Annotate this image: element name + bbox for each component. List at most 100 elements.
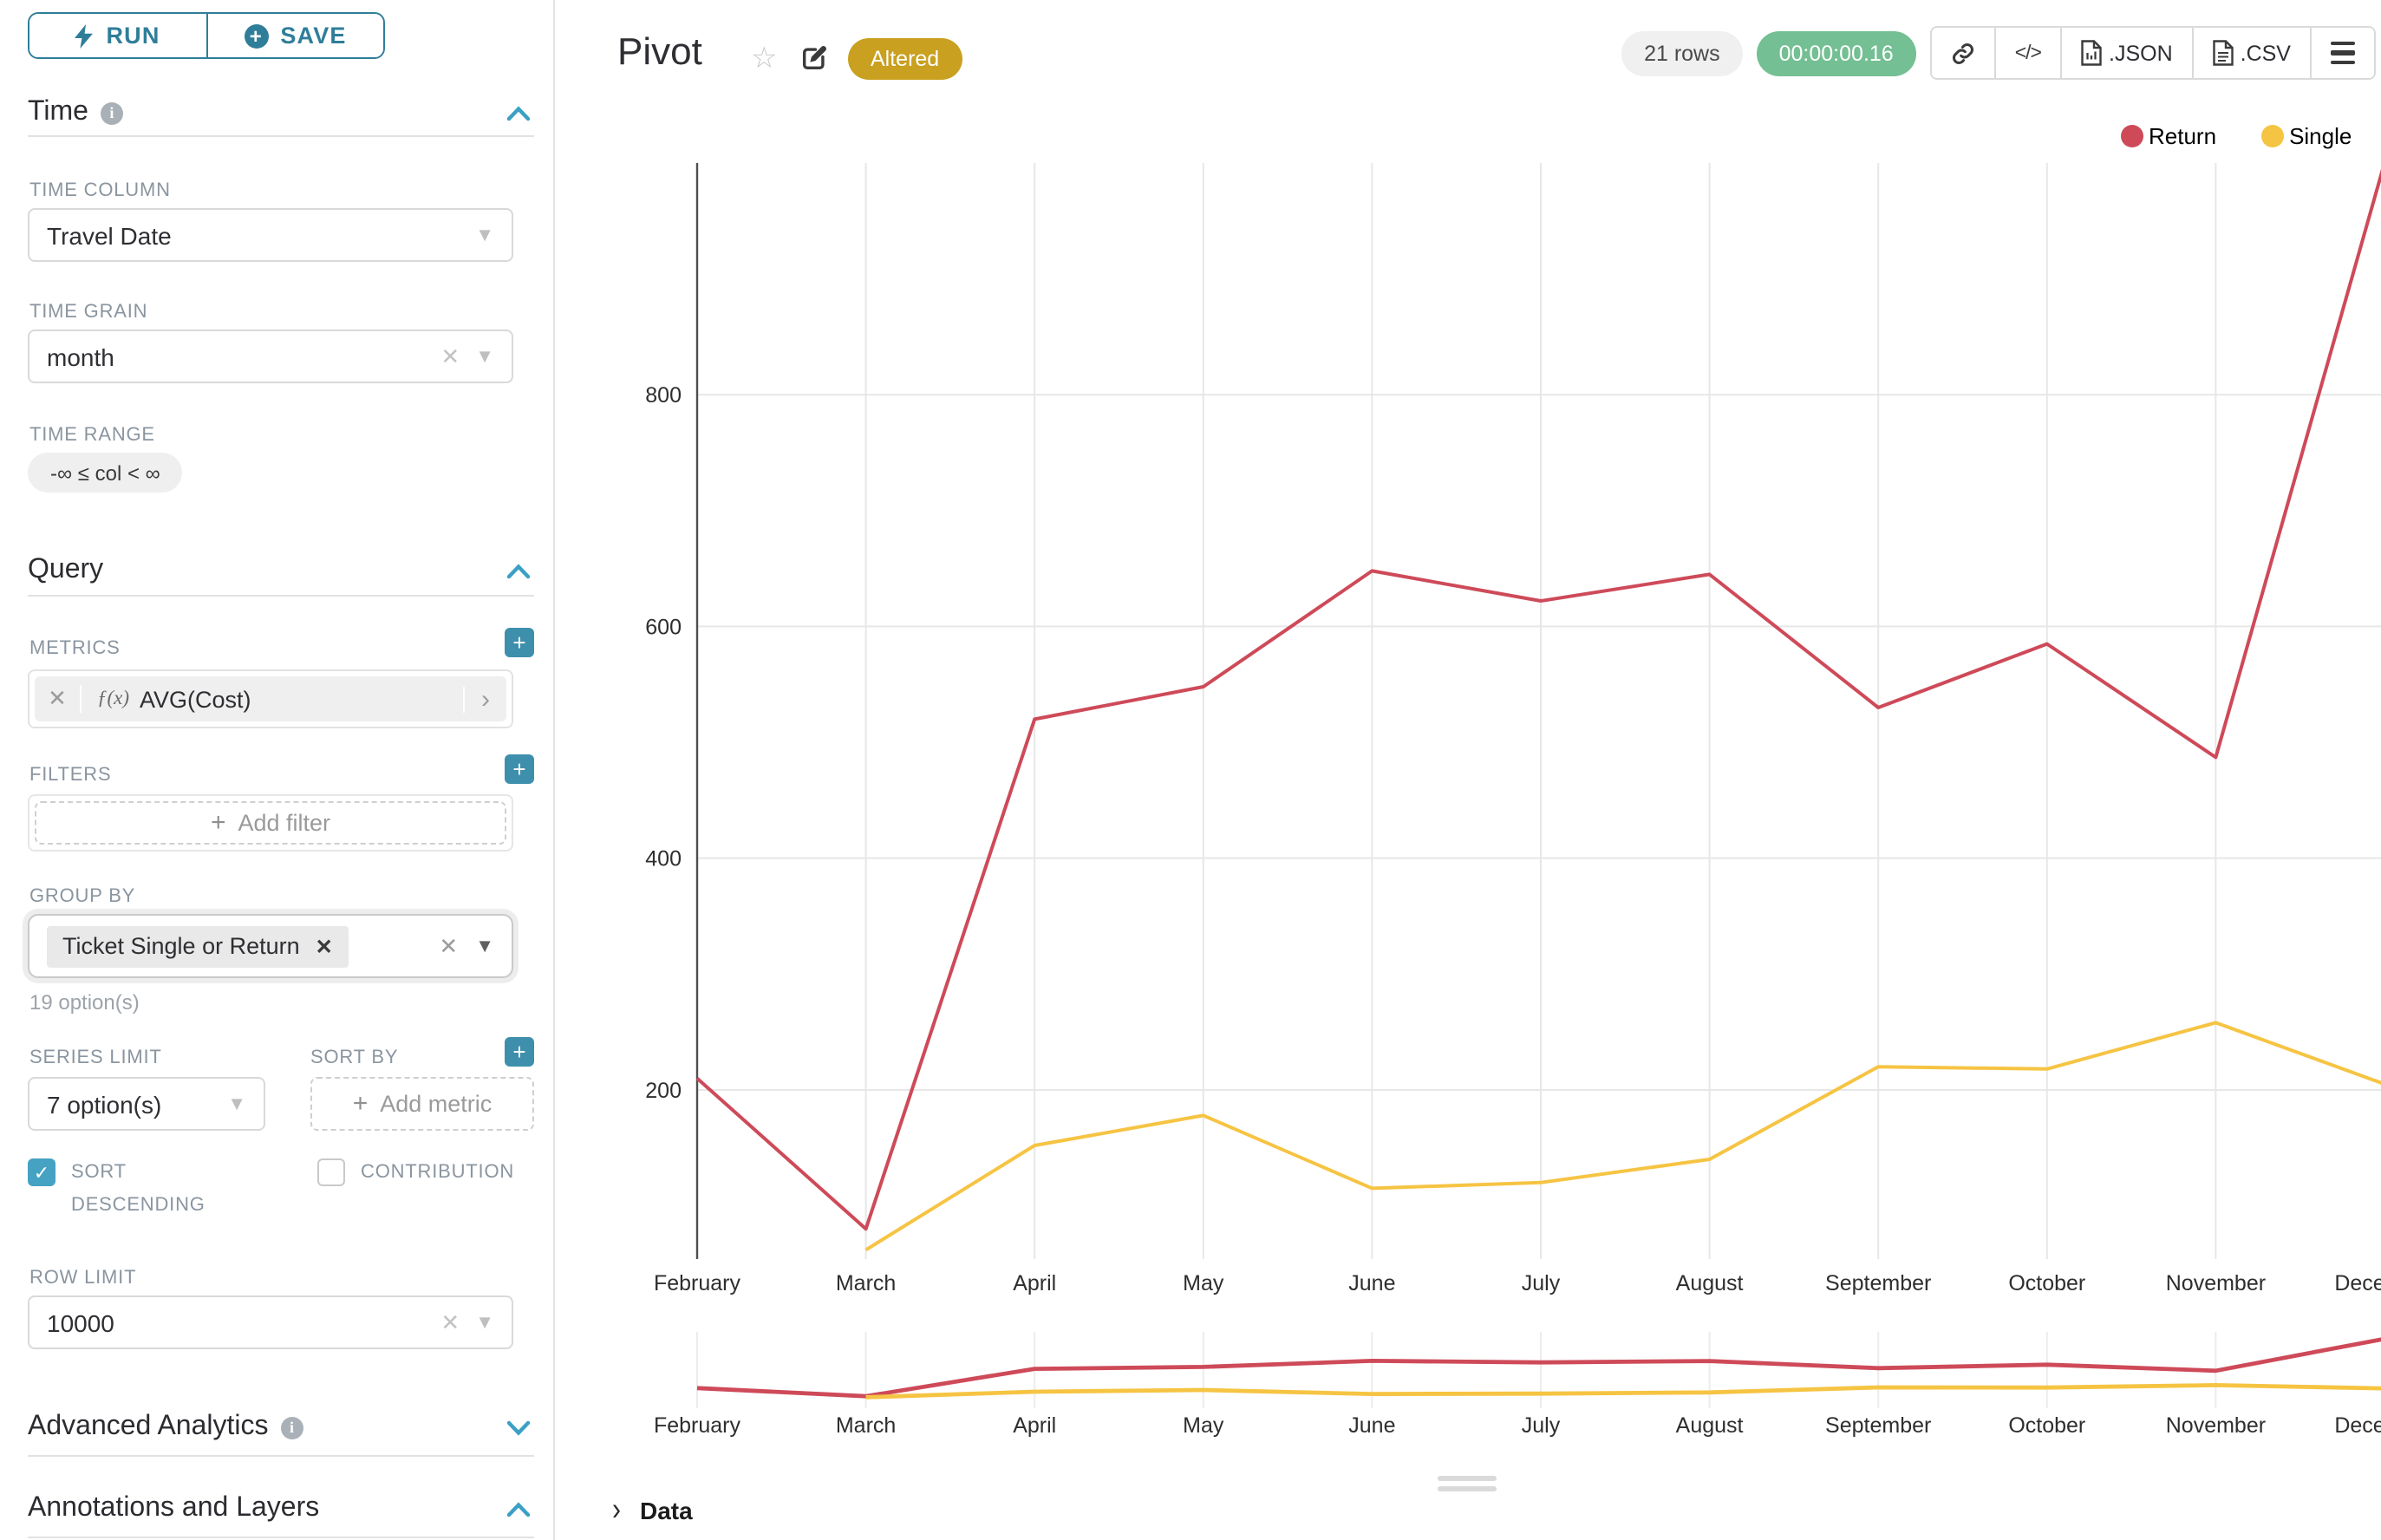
svg-text:400: 400 bbox=[645, 847, 682, 871]
time-column-select[interactable]: Travel Date ▼ bbox=[28, 208, 513, 262]
data-panel-toggle[interactable]: › Data bbox=[612, 1495, 693, 1524]
filters-label: FILTERS bbox=[29, 765, 111, 786]
info-icon: i bbox=[281, 1416, 303, 1439]
save-button[interactable]: + SAVE bbox=[205, 14, 383, 57]
section-advanced-analytics: Advanced Analytics i bbox=[28, 1412, 531, 1443]
add-filter-button[interactable]: + bbox=[505, 754, 534, 784]
section-query: Query bbox=[28, 555, 531, 586]
caret-down-icon: ▼ bbox=[227, 1093, 246, 1114]
control-panel: RUN + SAVE Time i TIME COLUMN Travel Dat… bbox=[0, 0, 555, 1540]
sort-descending-control[interactable]: ✓ SORT DESCENDING bbox=[28, 1157, 236, 1224]
svg-text:200: 200 bbox=[645, 1079, 682, 1103]
lightning-icon bbox=[75, 23, 94, 48]
sort-by-label: SORT BY bbox=[310, 1047, 398, 1068]
time-range-label: TIME RANGE bbox=[29, 425, 155, 446]
svg-text:April: April bbox=[1013, 1413, 1056, 1438]
sort-descending-label: SORT DESCENDING bbox=[71, 1157, 210, 1224]
metrics-label: METRICS bbox=[29, 638, 121, 659]
add-filter-dropzone[interactable]: + Add filter bbox=[35, 801, 506, 845]
group-by-hint: 19 option(s) bbox=[29, 990, 140, 1015]
chevron-right-icon: › bbox=[612, 1491, 621, 1529]
section-query-title: Query bbox=[28, 555, 103, 586]
series-limit-value: 7 option(s) bbox=[47, 1090, 161, 1118]
metric-pill[interactable]: ✕ ƒ(x) AVG(Cost) › bbox=[35, 676, 506, 721]
caret-down-icon: ▼ bbox=[475, 1312, 494, 1333]
caret-down-icon: ▼ bbox=[475, 346, 494, 367]
chart-pane: Pivot ☆ Altered 21 rows 00:00:00.16 </> bbox=[555, 0, 2381, 1540]
add-sort-metric-button[interactable]: + bbox=[505, 1037, 534, 1067]
chevron-up-icon[interactable] bbox=[506, 563, 531, 578]
run-label: RUN bbox=[106, 23, 160, 49]
svg-text:October: October bbox=[2008, 1413, 2085, 1438]
svg-text:May: May bbox=[1183, 1271, 1224, 1295]
series-limit-select[interactable]: 7 option(s) ▼ bbox=[28, 1077, 265, 1131]
fx-icon: ƒ(x) bbox=[97, 688, 129, 709]
filters-box: + Add filter bbox=[28, 794, 513, 852]
time-grain-label: TIME GRAIN bbox=[29, 302, 147, 323]
svg-text:February: February bbox=[654, 1413, 741, 1438]
add-metric-label: Add metric bbox=[380, 1091, 492, 1117]
explore-page: RUN + SAVE Time i TIME COLUMN Travel Dat… bbox=[0, 0, 2381, 1540]
chevron-down-icon[interactable] bbox=[506, 1419, 531, 1435]
add-metric-button[interactable]: + bbox=[505, 628, 534, 657]
row-limit-value: 10000 bbox=[47, 1308, 114, 1336]
clear-icon[interactable]: ✕ bbox=[439, 932, 458, 960]
time-grain-select[interactable]: month ✕ ▼ bbox=[28, 330, 513, 383]
svg-text:December: December bbox=[2334, 1413, 2381, 1438]
svg-text:February: February bbox=[654, 1271, 741, 1295]
contribution-control[interactable]: CONTRIBUTION bbox=[317, 1157, 514, 1191]
chevron-right-icon[interactable]: › bbox=[465, 684, 506, 714]
svg-text:September: September bbox=[1825, 1271, 1931, 1295]
save-label: SAVE bbox=[280, 23, 346, 49]
divider bbox=[28, 1537, 534, 1538]
clear-icon[interactable]: ✕ bbox=[440, 343, 460, 370]
chevron-up-icon[interactable] bbox=[506, 105, 531, 121]
run-button[interactable]: RUN bbox=[29, 14, 205, 57]
plus-icon: + bbox=[353, 1089, 369, 1119]
section-time: Time i bbox=[28, 97, 531, 128]
row-limit-label: ROW LIMIT bbox=[29, 1268, 136, 1289]
svg-text:November: November bbox=[2166, 1413, 2266, 1438]
svg-text:800: 800 bbox=[645, 383, 682, 408]
clear-icon[interactable]: ✕ bbox=[440, 1308, 460, 1336]
checkbox-checked-icon[interactable]: ✓ bbox=[28, 1158, 55, 1186]
metric-value: AVG(Cost) bbox=[140, 686, 251, 712]
chip-remove-icon[interactable]: ✕ bbox=[316, 934, 333, 958]
svg-text:August: August bbox=[1676, 1271, 1744, 1295]
svg-text:July: July bbox=[1522, 1413, 1561, 1438]
caret-down-icon: ▼ bbox=[475, 225, 494, 245]
svg-text:May: May bbox=[1183, 1413, 1224, 1438]
svg-text:March: March bbox=[836, 1271, 896, 1295]
group-by-select[interactable]: Ticket Single or Return ✕ ✕ ▼ bbox=[28, 914, 513, 978]
add-filter-label: Add filter bbox=[238, 810, 330, 836]
contribution-label: CONTRIBUTION bbox=[361, 1157, 514, 1191]
group-by-chip: Ticket Single or Return ✕ bbox=[47, 925, 349, 967]
divider bbox=[28, 595, 534, 597]
svg-text:April: April bbox=[1013, 1271, 1056, 1295]
caret-down-icon: ▼ bbox=[475, 936, 494, 956]
svg-text:June: June bbox=[1348, 1271, 1395, 1295]
chevron-up-icon[interactable] bbox=[506, 1501, 531, 1517]
plus-circle-icon: + bbox=[244, 23, 268, 48]
divider bbox=[28, 135, 534, 137]
svg-text:August: August bbox=[1676, 1413, 1744, 1438]
run-save-bar: RUN + SAVE bbox=[28, 12, 385, 59]
time-column-label: TIME COLUMN bbox=[29, 180, 171, 201]
sort-by-dropzone[interactable]: + Add metric bbox=[310, 1077, 534, 1131]
line-chart[interactable]: 200 400 600 800 February February March March Ap… bbox=[555, 0, 2381, 1540]
annotations-title: Annotations and Layers bbox=[28, 1493, 319, 1524]
svg-text:March: March bbox=[836, 1413, 896, 1438]
time-grain-value: month bbox=[47, 343, 114, 370]
time-range-pill[interactable]: -∞ ≤ col < ∞ bbox=[28, 453, 183, 493]
panel-resize-handle[interactable] bbox=[1438, 1476, 1497, 1497]
svg-text:June: June bbox=[1348, 1413, 1395, 1438]
svg-text:July: July bbox=[1522, 1271, 1561, 1295]
plus-icon: + bbox=[211, 808, 226, 838]
remove-metric-icon[interactable]: ✕ bbox=[35, 685, 82, 713]
data-panel-label: Data bbox=[640, 1496, 693, 1524]
row-limit-select[interactable]: 10000 ✕ ▼ bbox=[28, 1295, 513, 1349]
section-annotations: Annotations and Layers bbox=[28, 1493, 531, 1524]
svg-text:600: 600 bbox=[645, 615, 682, 639]
svg-text:November: November bbox=[2166, 1271, 2266, 1295]
checkbox-unchecked-icon[interactable] bbox=[317, 1158, 345, 1186]
